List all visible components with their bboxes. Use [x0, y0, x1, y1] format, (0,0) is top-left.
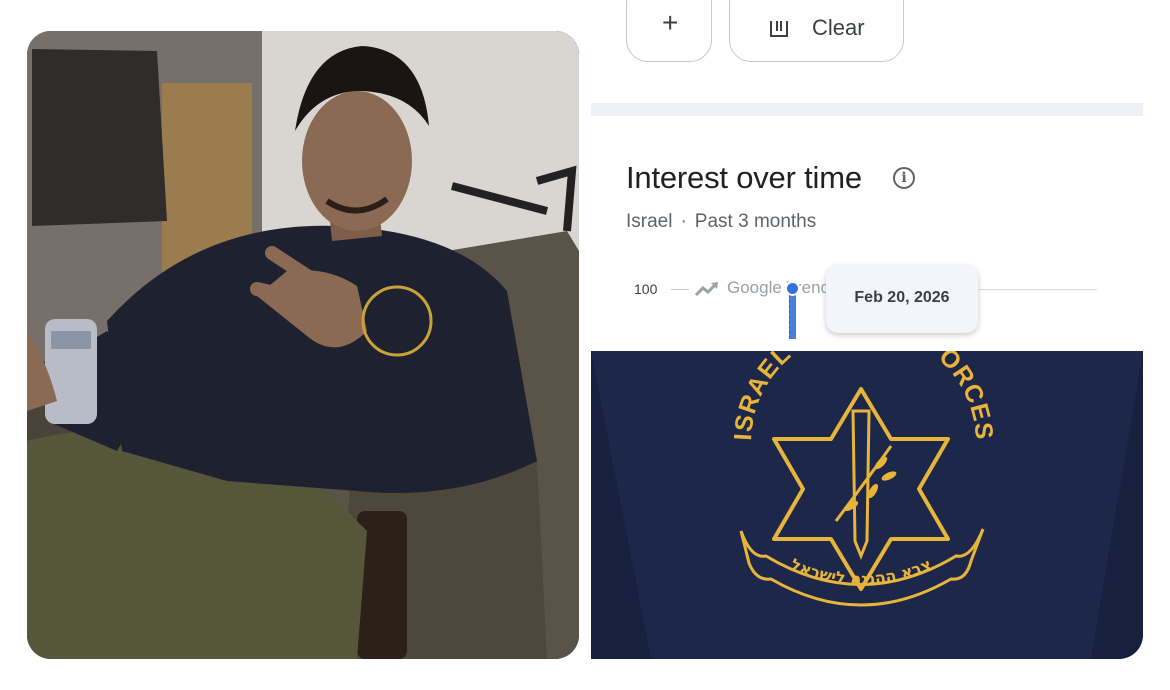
photo-illustration — [27, 31, 579, 659]
card-subtitle: Israel · Past 3 months — [626, 211, 816, 233]
info-icon[interactable]: i — [893, 167, 915, 189]
add-button[interactable]: + — [626, 0, 712, 62]
idf-logo: ISRAEL DEFENSE FORCES צבא ההגנה לישראל — [591, 351, 1143, 659]
clear-label: Clear — [812, 15, 865, 40]
trends-panel: + Clear Interest over time i Israel · Past… — [591, 0, 1143, 659]
google-trends-watermark: Google Trends — [727, 278, 839, 297]
clear-button[interactable]: Clear — [729, 0, 904, 62]
y-axis-max-label: 100 — [634, 281, 658, 297]
card-title: Interest over time — [626, 160, 862, 195]
separator-dot: · — [680, 211, 687, 232]
chart-cursor-dot[interactable] — [785, 281, 800, 296]
region-label[interactable]: Israel — [626, 211, 672, 232]
gridline — [971, 289, 1097, 290]
date-tooltip: Feb 20, 2026 — [826, 265, 978, 333]
trend-arrow-icon — [694, 282, 718, 297]
left-photo — [27, 31, 579, 659]
gridline — [671, 289, 689, 290]
period-label[interactable]: Past 3 months — [695, 211, 816, 232]
add-label: + — [662, 7, 679, 38]
chart-cursor-line — [789, 295, 796, 339]
section-divider — [591, 103, 1143, 116]
trash-icon — [770, 21, 788, 37]
interest-chart[interactable]: 100 Google Trends Feb 20, 2026 — [591, 265, 1143, 355]
shirt-logo-photo: ISRAEL DEFENSE FORCES צבא ההגנה לישראל — [591, 351, 1143, 659]
